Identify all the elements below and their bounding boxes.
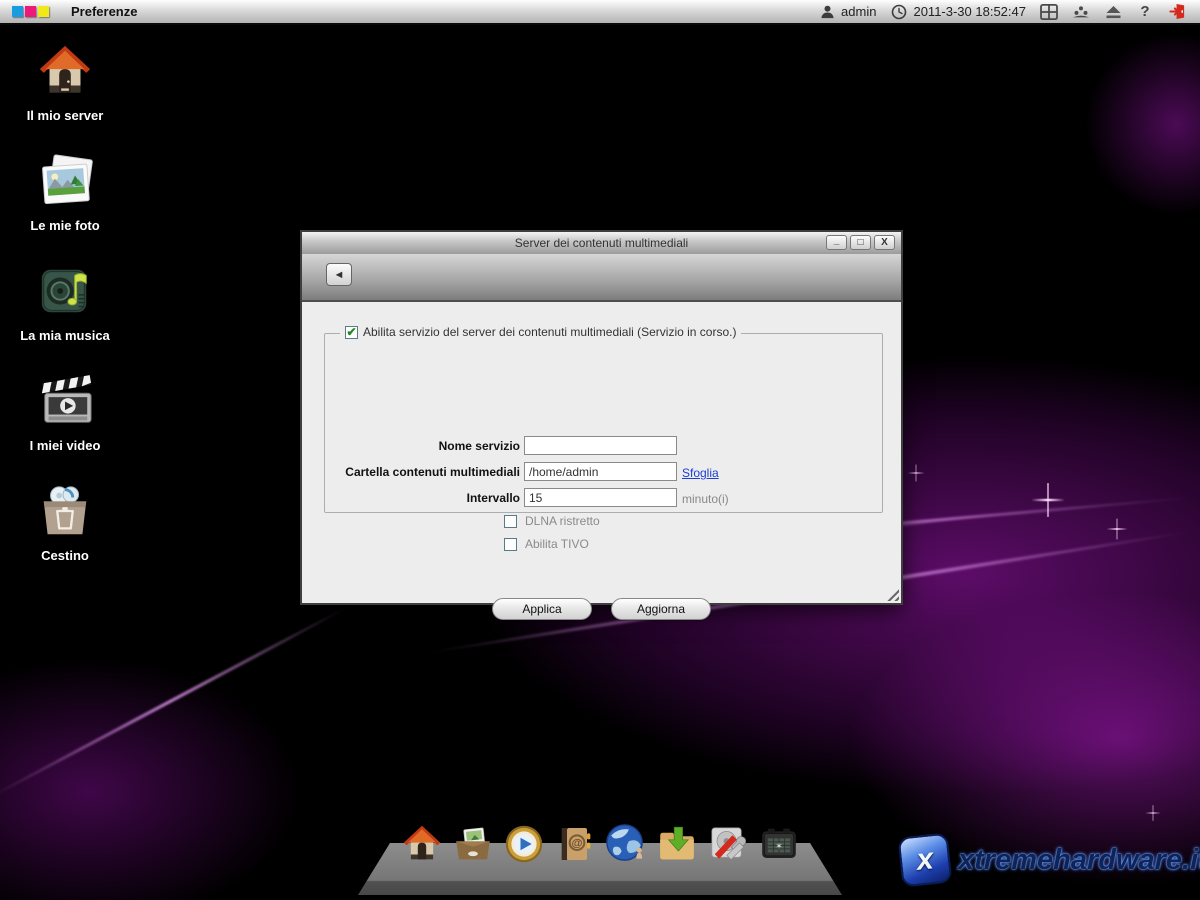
enable-tivo-row: Abilita TIVO	[504, 537, 589, 551]
dock-home-icon[interactable]	[399, 821, 445, 867]
refresh-button[interactable]: Aggiorna	[611, 598, 711, 620]
dialog-toolbar: ◄	[302, 254, 901, 302]
dialog-titlebar[interactable]: Server dei contenuti multimediali _ □ X	[302, 232, 901, 254]
datetime-text: 2011-3-30 18:52:47	[913, 4, 1026, 19]
media-folder-label: Cartella contenuti multimediali	[320, 465, 520, 479]
photos-icon	[15, 148, 115, 210]
eject-icon[interactable]	[1104, 3, 1122, 21]
desktop-icon-label: Cestino	[15, 548, 115, 563]
enable-tivo-checkbox[interactable]	[504, 538, 517, 551]
dialog-body: ✔ Abilita servizio del server dei conten…	[302, 302, 901, 605]
dlna-restricted-row: DLNA ristretto	[504, 514, 600, 528]
service-name-input[interactable]	[524, 436, 677, 455]
background-sparkle	[1107, 519, 1128, 540]
desktop-icon-label: Le mie foto	[15, 218, 115, 233]
logout-icon[interactable]	[1168, 3, 1186, 21]
service-fieldset	[324, 333, 883, 513]
enable-service-label: Abilita servizio del server dei contenut…	[363, 325, 736, 339]
videos-icon	[15, 368, 115, 430]
dock-media-player-icon[interactable]	[501, 821, 547, 867]
desktop-icon-my-photos[interactable]: Le mie foto	[15, 148, 115, 233]
desktop-icon-my-server[interactable]: Il mio server	[15, 38, 115, 123]
dock-download-folder-icon[interactable]	[654, 821, 700, 867]
apps-grid-icon[interactable]	[1040, 3, 1058, 21]
apply-button[interactable]: Applica	[492, 598, 592, 620]
clock-indicator[interactable]: 2011-3-30 18:52:47	[890, 3, 1026, 21]
close-button[interactable]: X	[874, 235, 895, 250]
trash-icon	[15, 478, 115, 540]
media-folder-input[interactable]	[524, 462, 677, 481]
desktop-icon-label: La mia musica	[15, 328, 115, 343]
desktop-icon-label: I miei video	[15, 438, 115, 453]
menu-preferenze[interactable]: Preferenze	[71, 4, 137, 19]
dock-address-book-icon[interactable]: @	[552, 821, 598, 867]
dlna-restricted-checkbox[interactable]	[504, 515, 517, 528]
svg-text:✶: ✶	[775, 841, 783, 851]
back-button[interactable]: ◄	[326, 263, 352, 286]
home-icon	[15, 38, 115, 100]
user-name: admin	[841, 4, 876, 19]
back-arrow-icon: ◄	[334, 269, 345, 281]
maximize-button[interactable]: □	[850, 235, 871, 250]
watermark-x: x	[915, 842, 935, 878]
desktop-icon-my-videos[interactable]: I miei video	[15, 368, 115, 453]
dock-toolbox-icon[interactable]: ✶	[756, 821, 802, 867]
interval-input[interactable]	[524, 488, 677, 507]
background-glow	[1020, 20, 1200, 280]
media-server-dialog: Server dei contenuti multimediali _ □ X …	[300, 230, 903, 605]
logo-square-yellow	[38, 6, 49, 17]
background-sparkle	[908, 465, 925, 482]
minimize-button[interactable]: _	[826, 235, 847, 250]
dialog-title: Server dei contenuti multimediali	[302, 236, 901, 250]
browse-link[interactable]: Sfoglia	[682, 466, 719, 480]
desktop-icon-my-music[interactable]: La mia musica	[15, 258, 115, 343]
logo-square-blue	[12, 6, 23, 17]
interval-label: Intervallo	[320, 491, 520, 505]
dock-disk-utilities-icon[interactable]	[705, 821, 751, 867]
watermark-text: xtremehardware.it	[958, 844, 1200, 877]
dock-photo-box-icon[interactable]	[450, 821, 496, 867]
help-icon[interactable]: ?	[1136, 3, 1154, 21]
service-name-label: Nome servizio	[320, 439, 520, 453]
user-icon	[818, 3, 836, 21]
xtremehardware-logo-icon: x	[898, 833, 953, 888]
enable-service-row: ✔ Abilita servizio del server dei conten…	[340, 325, 741, 339]
enable-tivo-label: Abilita TIVO	[525, 537, 589, 551]
enable-service-checkbox[interactable]: ✔	[345, 326, 358, 339]
music-icon	[15, 258, 115, 320]
background-streak	[0, 602, 356, 802]
clock-icon	[890, 3, 908, 21]
menubar: Preferenze admin 2011-3-30 18:52:47 ?	[0, 0, 1200, 25]
dock: @	[358, 843, 842, 895]
logo-square-magenta	[25, 6, 36, 17]
background-sparkle	[1145, 805, 1161, 821]
dock-web-globe-icon[interactable]	[603, 821, 649, 867]
dlna-restricted-label: DLNA ristretto	[525, 514, 600, 528]
brand-logo	[12, 6, 49, 17]
user-indicator[interactable]: admin	[818, 3, 876, 21]
watermark: x xtremehardware.it	[900, 835, 1200, 885]
interval-suffix: minuto(i)	[682, 492, 729, 506]
desktop-icon-label: Il mio server	[15, 108, 115, 123]
svg-text:@: @	[571, 838, 582, 850]
group-icon[interactable]	[1072, 3, 1090, 21]
background-sparkle	[1031, 483, 1065, 517]
desktop-icon-trash[interactable]: Cestino	[15, 478, 115, 563]
